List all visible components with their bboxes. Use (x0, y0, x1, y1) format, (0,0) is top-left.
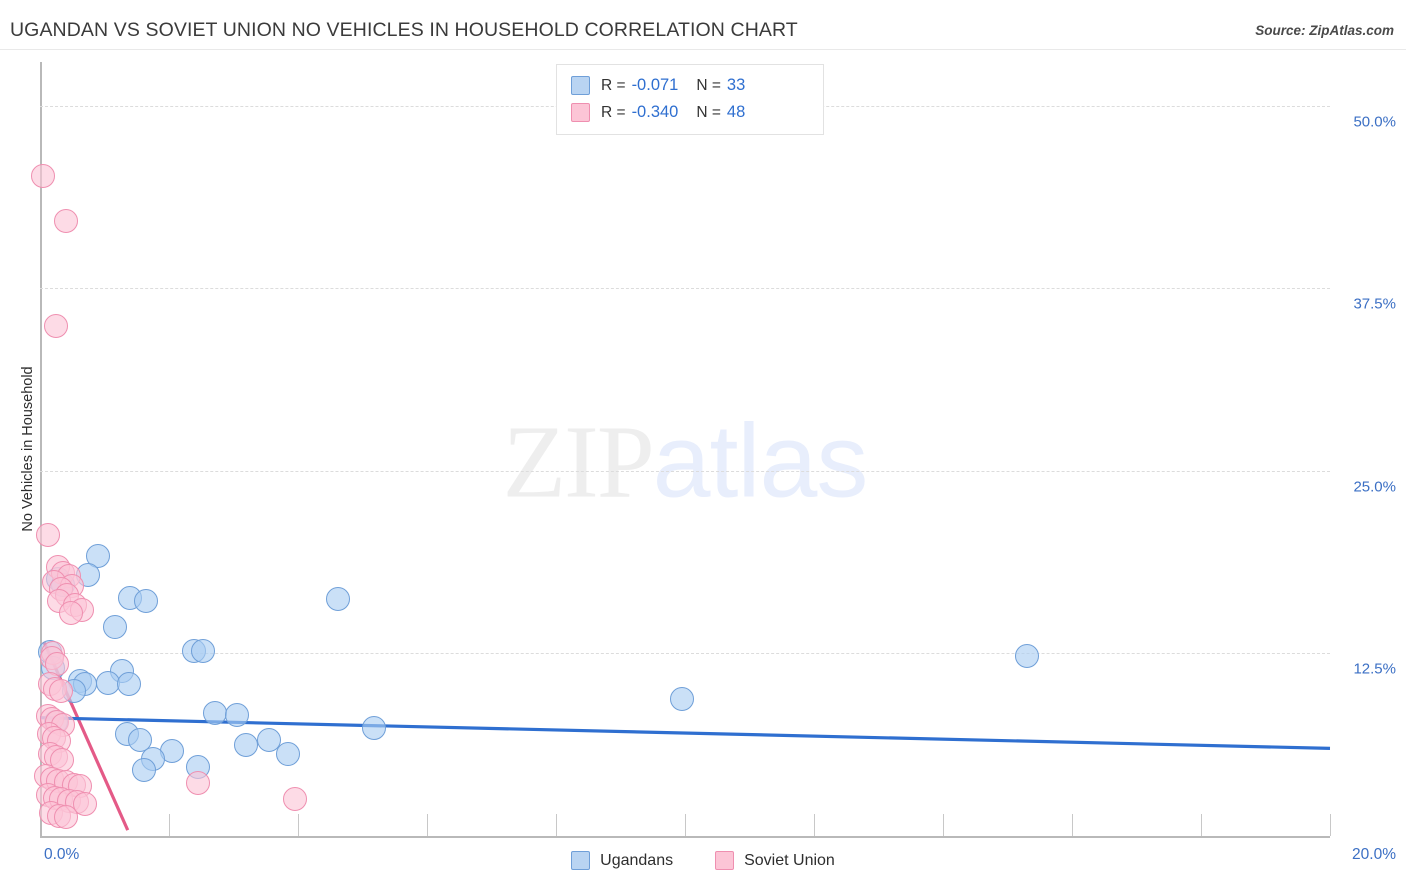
chart-page: UGANDAN VS SOVIET UNION NO VEHICLES IN H… (0, 0, 1406, 892)
data-point-soviet-union (54, 805, 79, 829)
y-axis-tick-label: 25.0% (1353, 478, 1396, 496)
stats-r-label-ugandans: R = (601, 76, 626, 94)
data-point-ugandans (234, 733, 259, 758)
legend-item-soviet-union[interactable]: Soviet Union (715, 851, 835, 870)
stats-n-label-ugandans: N = (696, 76, 721, 94)
y-axis-title: No Vehicles in Household (20, 366, 36, 532)
stats-n-value-ugandans: 33 (726, 76, 746, 94)
legend-swatch-ugandans (571, 851, 591, 870)
data-point-soviet-union (31, 163, 56, 188)
stats-r-label-soviet-union: R = (601, 103, 626, 121)
legend-label-ugandans: Ugandans (600, 851, 674, 869)
data-point-ugandans (224, 702, 249, 727)
data-point-soviet-union (53, 209, 78, 234)
data-point-ugandans (103, 615, 128, 640)
data-point-soviet-union (48, 679, 73, 704)
data-point-soviet-union (58, 600, 83, 625)
data-point-ugandans (1014, 644, 1039, 669)
stats-n-label-soviet-union: N = (696, 103, 721, 121)
chart-legend: Ugandans Soviet Union (0, 851, 1406, 870)
data-point-ugandans (117, 672, 141, 697)
y-axis-tick-label: 37.5% (1353, 295, 1396, 313)
stats-r-value-soviet-union: -0.340 (631, 103, 679, 121)
y-axis-tick-label: 12.5% (1353, 660, 1396, 678)
data-point-soviet-union (282, 787, 307, 812)
header-divider (0, 49, 1406, 50)
data-point-soviet-union (186, 771, 211, 796)
stats-r-value-ugandans: -0.071 (631, 76, 679, 94)
data-point-ugandans (132, 758, 157, 783)
data-point-ugandans (669, 686, 694, 711)
x-axis-line (40, 836, 1330, 838)
legend-swatch-soviet-union (715, 851, 735, 870)
data-point-ugandans (134, 588, 159, 613)
data-point-ugandans (190, 638, 215, 663)
data-point-ugandans (276, 742, 301, 767)
stats-row-ugandans: R = -0.071 N = 33 (571, 72, 813, 99)
data-point-ugandans (325, 587, 350, 612)
correlation-stats-box: R = -0.071 N = 33 R = -0.340 N = 48 (556, 64, 824, 135)
page-title: UGANDAN VS SOVIET UNION NO VEHICLES IN H… (10, 19, 798, 41)
legend-item-ugandans[interactable]: Ugandans (571, 851, 673, 870)
data-point-soviet-union (44, 314, 69, 339)
y-axis-tick-label: 50.0% (1353, 113, 1396, 131)
legend-label-soviet-union: Soviet Union (744, 851, 835, 869)
source-attribution: Source: ZipAtlas.com (1255, 23, 1394, 38)
data-point-soviet-union (35, 523, 60, 548)
stats-row-soviet-union: R = -0.340 N = 48 (571, 99, 813, 126)
stats-n-value-soviet-union: 48 (726, 103, 746, 121)
plot-area: ZIPatlas No Vehicles in Household (20, 62, 1331, 836)
stats-swatch-ugandans (571, 76, 590, 95)
stats-swatch-soviet-union (571, 103, 590, 122)
data-point-ugandans (362, 715, 387, 740)
x-tick-mark (1330, 814, 1331, 836)
